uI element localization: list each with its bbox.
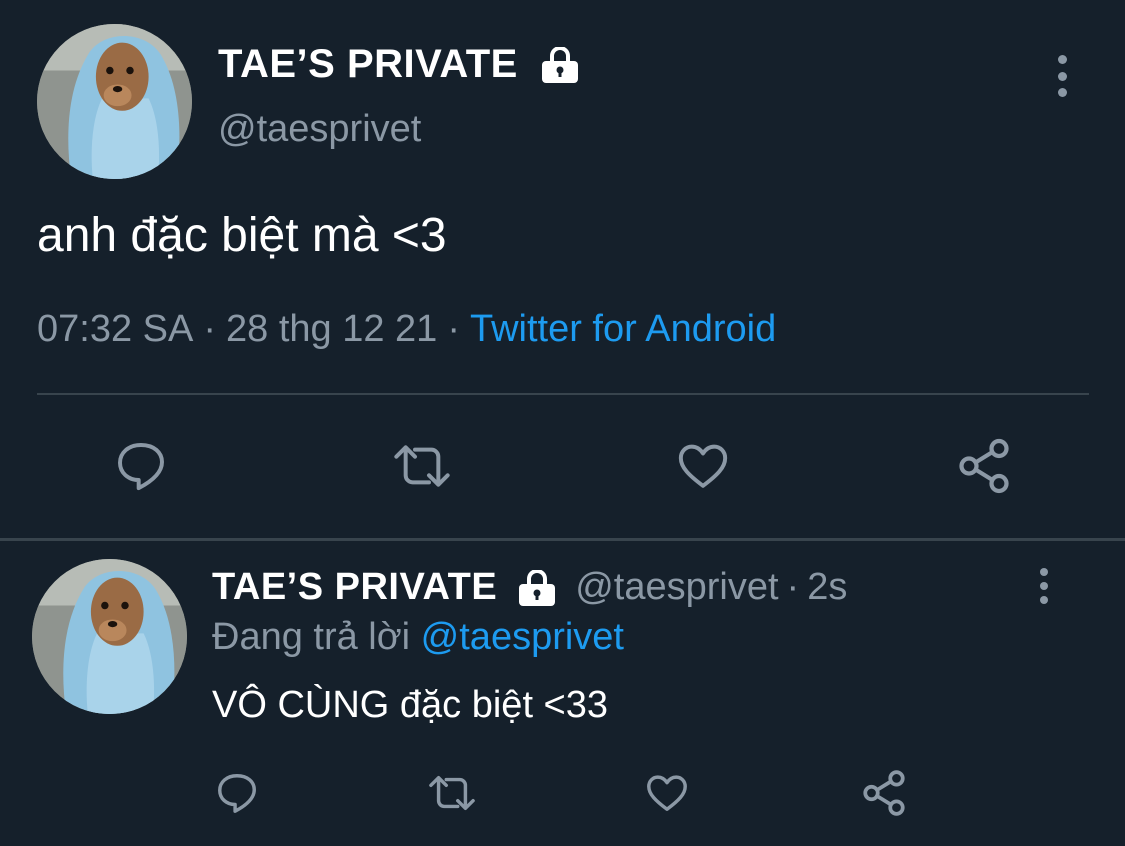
handle[interactable]: @taesprivet <box>218 108 421 151</box>
avatar-image <box>32 559 187 714</box>
share-icon <box>863 770 905 816</box>
section-divider <box>0 538 1125 541</box>
divider <box>37 393 1089 395</box>
more-dot <box>1040 582 1048 590</box>
more-dot <box>1057 71 1067 81</box>
lock-icon <box>540 46 580 83</box>
tweet-date[interactable]: 28 thg 12 21 <box>226 308 437 350</box>
header-separator: · <box>786 566 800 608</box>
display-name[interactable]: TAE’S PRIVATE <box>218 42 518 87</box>
more-dot <box>1057 55 1067 64</box>
retweet-icon <box>394 445 450 487</box>
share-button[interactable] <box>953 436 1015 496</box>
replying-prefix: Đang trả lời <box>212 616 411 658</box>
handle[interactable]: @taesprivet <box>575 566 778 609</box>
reply-icon <box>218 774 256 813</box>
reply-header: TAE’S PRIVATE @taesprivet · 2s <box>212 566 847 609</box>
tweet-time-ago[interactable]: 2s <box>807 566 847 609</box>
retweet-button[interactable] <box>388 438 456 494</box>
tweet-text: VÔ CÙNG đặc biệt <33 <box>212 684 609 726</box>
tweet-detail-page: TAE’S PRIVATE @taesprivet anh đặc biệt m… <box>0 0 1125 846</box>
more-dot <box>1040 596 1048 604</box>
retweet-button[interactable] <box>424 770 480 816</box>
tweet-time[interactable]: 07:32 SA <box>37 308 193 350</box>
display-name[interactable]: TAE’S PRIVATE <box>212 566 497 609</box>
meta-separator: · <box>203 308 216 350</box>
replying-to: Đang trả lời @taesprivet <box>212 616 624 659</box>
reply-icon <box>118 443 164 491</box>
tweet-source-link[interactable]: Twitter for Android <box>470 308 776 350</box>
replying-to-mention[interactable]: @taesprivet <box>421 616 624 658</box>
share-button[interactable] <box>859 768 909 818</box>
more-icon[interactable] <box>1034 568 1054 604</box>
like-icon <box>678 444 728 488</box>
more-dot <box>1057 88 1067 97</box>
like-button[interactable] <box>674 438 732 494</box>
reply-button[interactable] <box>213 770 261 816</box>
main-tweet: TAE’S PRIVATE @taesprivet anh đặc biệt m… <box>0 0 1125 540</box>
avatar[interactable] <box>32 559 187 714</box>
retweet-icon <box>429 775 475 811</box>
like-icon <box>647 775 687 812</box>
tweet-meta: 07:32 SA · 28 thg 12 21 · Twitter for Androi… <box>37 308 776 351</box>
avatar-image <box>37 24 192 179</box>
share-icon <box>959 438 1009 494</box>
more-icon[interactable] <box>1052 55 1072 97</box>
reply-button[interactable] <box>112 438 170 494</box>
avatar[interactable] <box>37 24 192 179</box>
meta-separator: · <box>447 308 460 350</box>
display-name-row[interactable]: TAE’S PRIVATE <box>218 42 580 87</box>
lock-icon <box>517 569 557 606</box>
more-dot <box>1040 568 1048 576</box>
tweet-text: anh đặc biệt mà <3 <box>37 209 447 262</box>
like-button[interactable] <box>643 770 691 816</box>
